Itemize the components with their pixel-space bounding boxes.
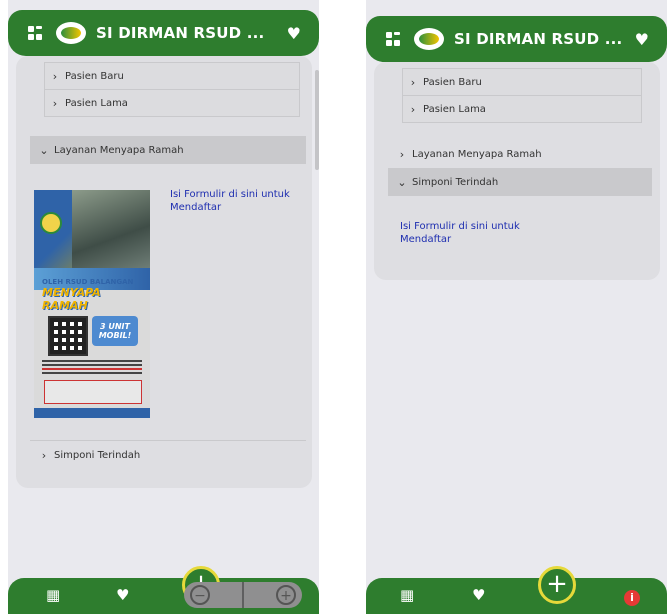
register-form-link[interactable]: Isi Formulir di sini untuk Mendaftar [170, 188, 290, 214]
rsud-logo-icon [40, 212, 62, 234]
menyapa-ramah-poster: OLEH RSUD BALANGAN MENYAPA RAMAH 3 UNIT … [34, 190, 150, 418]
section-layanan-menyapa-ramah[interactable]: › Layanan Menyapa Ramah [388, 140, 652, 168]
register-form-link[interactable]: Isi Formulir di sini untuk Mendaftar [400, 220, 520, 246]
poster-photo [72, 190, 150, 268]
chevron-right-icon: › [52, 69, 58, 83]
scrollbar[interactable] [315, 70, 319, 170]
submenu-item-pasien-baru[interactable]: › Pasien Baru [402, 68, 642, 96]
chevron-right-icon: › [41, 448, 47, 462]
calendar-icon[interactable]: ▦ [400, 588, 414, 603]
submenu-item-pasien-baru[interactable]: › Pasien Baru [44, 62, 300, 90]
chevron-right-icon: › [410, 75, 416, 89]
left-screen: SI DIRMAN RSUD ... ♥ › Pasien Baru › Pas… [8, 0, 319, 614]
favorite-heart-icon[interactable]: ♥ [287, 24, 301, 43]
dashboard-menu-icon[interactable] [386, 32, 400, 46]
section-simponi-terindah[interactable]: ⌄ Simponi Terindah [388, 168, 652, 196]
zoom-control: − + [184, 582, 302, 608]
menu-card: › Pasien Baru › Pasien Lama › Layanan Me… [374, 62, 660, 280]
app-header: SI DIRMAN RSUD ... ♥ [366, 16, 667, 62]
add-button[interactable]: + [538, 566, 576, 604]
bottom-nav: ▦ ♥ i [366, 578, 667, 614]
poster-unit-badge: 3 UNIT MOBIL! [92, 316, 138, 346]
chevron-right-icon: › [410, 102, 416, 116]
chevron-right-icon: › [52, 96, 58, 110]
heartbeat-icon[interactable]: ♥ [472, 588, 485, 603]
app-logo [56, 22, 86, 44]
submenu-item-pasien-lama[interactable]: › Pasien Lama [402, 96, 642, 123]
section-simponi-terindah[interactable]: › Simponi Terindah [30, 440, 306, 469]
app-logo [414, 28, 444, 50]
app-title: SI DIRMAN RSUD ... [454, 30, 623, 48]
submenu-list: › Pasien Baru › Pasien Lama [402, 68, 642, 123]
right-screen: SI DIRMAN RSUD ... ♥ › Pasien Baru › Pas… [366, 0, 667, 614]
poster-title: MENYAPA RAMAH [42, 286, 101, 312]
poster-heading: OLEH RSUD BALANGAN [42, 278, 134, 286]
zoom-out-button[interactable]: − [190, 585, 210, 605]
info-icon[interactable]: i [624, 590, 640, 606]
app-header: SI DIRMAN RSUD ... ♥ [8, 10, 319, 56]
dashboard-menu-icon[interactable] [28, 26, 42, 40]
submenu-list: › Pasien Baru › Pasien Lama [44, 62, 300, 117]
qr-code-icon [48, 316, 88, 356]
app-title: SI DIRMAN RSUD ... [96, 24, 265, 42]
chevron-right-icon: › [399, 147, 405, 161]
heartbeat-icon[interactable]: ♥ [116, 588, 129, 603]
calendar-icon[interactable]: ▦ [46, 588, 60, 603]
favorite-heart-icon[interactable]: ♥ [635, 30, 649, 49]
zoom-in-button[interactable]: + [276, 585, 296, 605]
chevron-down-icon: ⌄ [397, 175, 407, 189]
chevron-down-icon: ⌄ [39, 143, 49, 157]
submenu-item-pasien-lama[interactable]: › Pasien Lama [44, 90, 300, 117]
section-layanan-menyapa-ramah[interactable]: ⌄ Layanan Menyapa Ramah [30, 136, 306, 164]
